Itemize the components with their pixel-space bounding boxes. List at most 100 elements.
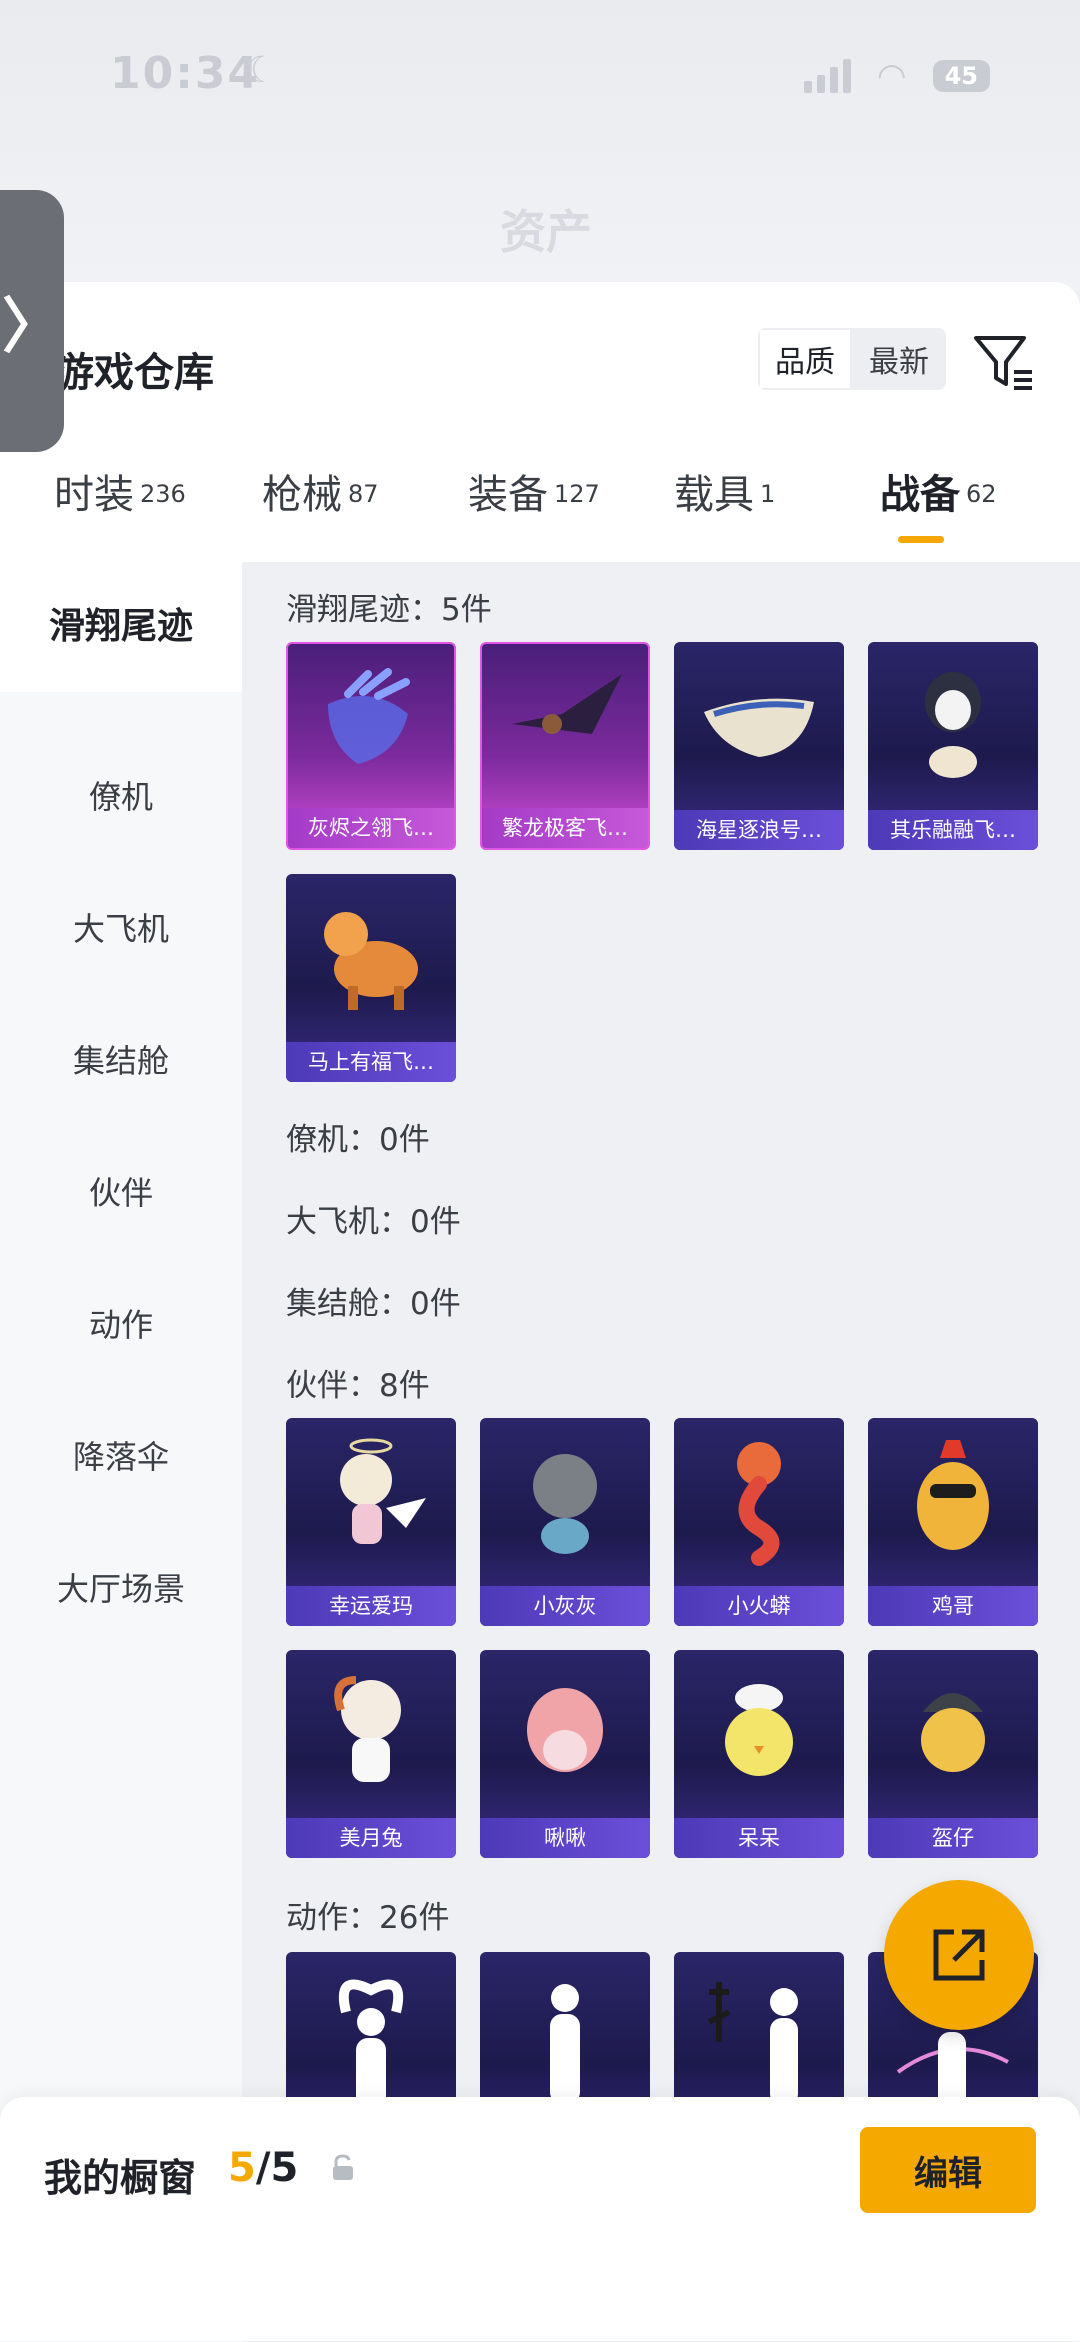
status-icons: ◠ 45	[803, 56, 990, 96]
battery-indicator: 45	[932, 60, 990, 92]
tab-equipment[interactable]: 装备 127	[468, 462, 600, 562]
emote-heart-pose-image	[338, 1979, 404, 2108]
header-title-faded: 资产	[500, 205, 592, 259]
showcase-label: 我的橱窗	[44, 2156, 197, 2200]
pink-bird-image	[527, 1688, 603, 1772]
item-name: 小火蟒	[674, 1586, 844, 1626]
emote-calligraphy-image	[707, 1982, 798, 2106]
section-heading-trail: 滑翔尾迹：5件	[286, 592, 492, 628]
rooster-image	[917, 1440, 989, 1550]
sidebar-item-emote[interactable]: 动作	[0, 1300, 242, 1346]
dragon-wing-image	[512, 674, 622, 734]
tab-vehicles[interactable]: 载具 1	[674, 462, 775, 562]
item-card[interactable]: 幸运爱玛	[286, 1418, 456, 1626]
sidebar-item-parachute[interactable]: 降落伞	[0, 1432, 242, 1478]
item-card[interactable]: 海星逐浪号…	[674, 642, 844, 850]
sidebar-item-plane[interactable]: 大飞机	[0, 904, 242, 950]
chick-image	[725, 1684, 793, 1776]
status-bar: 10:34 ☾ ◠ 45 资产	[0, 0, 1080, 290]
item-card[interactable]: 繁龙极客飞…	[480, 642, 650, 850]
item-card[interactable]: 鸡哥	[868, 1418, 1038, 1626]
penguin-image	[925, 672, 981, 778]
share-button[interactable]	[884, 1880, 1034, 2030]
item-name: 小灰灰	[480, 1586, 650, 1626]
item-card[interactable]: 呆呆	[674, 1650, 844, 1858]
tab-battle-prep[interactable]: 战备 62	[880, 462, 997, 562]
sidebar-item-lobby[interactable]: 大厅场景	[0, 1564, 242, 1610]
item-name: 美月兔	[286, 1818, 456, 1858]
lock-icon	[333, 2154, 353, 2180]
edit-button[interactable]: 编辑	[860, 2127, 1036, 2213]
content-area: 滑翔尾迹 僚机 大飞机 集结舱 伙伴 动作 降落伞 大厅场景 滑翔尾迹：5件 灰…	[0, 562, 1080, 2342]
helmet-chick-image	[921, 1693, 985, 1772]
tab-fashion[interactable]: 时装 236	[54, 462, 186, 562]
filter-icon[interactable]	[972, 332, 1036, 394]
active-tab-indicator	[898, 536, 944, 543]
sort-quality-button[interactable]: 品质	[758, 328, 852, 390]
item-name: 马上有福飞…	[286, 1042, 456, 1082]
emote-pose-image	[550, 1984, 580, 2104]
sidebar-item-wingman[interactable]: 僚机	[0, 772, 242, 818]
item-name: 啾啾	[480, 1818, 650, 1858]
item-name: 繁龙极客飞…	[482, 808, 648, 848]
chevron-right-icon: 〉	[2, 291, 62, 362]
category-tabs: 时装 236 枪械 87 装备 127 载具 1 战备 62	[0, 462, 1080, 562]
share-icon	[933, 1929, 985, 1981]
tab-weapons[interactable]: 枪械 87	[262, 462, 379, 562]
tab-label: 载具	[674, 472, 754, 518]
item-card[interactable]: 灰烬之翎飞…	[286, 642, 456, 850]
subcategory-sidebar: 滑翔尾迹 僚机 大飞机 集结舱 伙伴 动作 降落伞 大厅场景	[0, 562, 242, 2342]
sort-latest-button[interactable]: 最新	[852, 328, 946, 390]
section-heading-emote: 动作：26件	[286, 1900, 450, 1936]
boat-image	[704, 698, 814, 757]
drawer-toggle-button[interactable]: 〉	[0, 190, 64, 452]
item-grid: 滑翔尾迹：5件 灰烬之翎飞… 繁龙极客飞… 海星逐浪号… 其乐融融飞… 马上有福…	[242, 562, 1080, 2342]
signal-icon	[803, 59, 851, 93]
tab-label: 装备	[468, 472, 548, 518]
item-card[interactable]: 小火蟒	[674, 1418, 844, 1626]
gray-wolf-image	[533, 1454, 597, 1554]
horse-image	[324, 912, 418, 1010]
item-name: 灰烬之翎飞…	[288, 808, 454, 848]
sort-toggle: 品质 最新	[758, 328, 946, 390]
moon-icon: ☾	[245, 50, 278, 91]
item-name: 海星逐浪号…	[674, 810, 844, 850]
showcase-total: /5	[255, 2145, 299, 2191]
sidebar-item-pod[interactable]: 集结舱	[0, 1036, 242, 1082]
tab-count: 62	[966, 479, 997, 508]
sidebar-item-trail[interactable]: 滑翔尾迹	[0, 562, 242, 692]
item-card[interactable]: 美月兔	[286, 1650, 456, 1858]
tab-count: 87	[348, 479, 379, 508]
item-card[interactable]: 其乐融融飞…	[868, 642, 1038, 850]
section-heading-wingman: 僚机：0件	[286, 1122, 430, 1158]
angel-cat-image	[340, 1438, 426, 1544]
item-card[interactable]: 小灰灰	[480, 1418, 650, 1626]
item-name: 呆呆	[674, 1818, 844, 1858]
moon-rabbit-image	[334, 1676, 401, 1782]
tab-label: 枪械	[262, 472, 342, 518]
tab-label: 战备	[880, 472, 960, 518]
item-card[interactable]: 盔仔	[868, 1650, 1038, 1858]
status-time: 10:34	[110, 48, 261, 99]
tab-label: 时装	[54, 472, 134, 518]
wifi-icon: ◠	[876, 56, 907, 96]
item-name: 盔仔	[868, 1818, 1038, 1858]
item-card[interactable]: 啾啾	[480, 1650, 650, 1858]
section-heading-plane: 大飞机：0件	[286, 1204, 461, 1240]
section-heading-partner: 伙伴：8件	[286, 1368, 430, 1404]
inventory-panel: 游戏仓库 品质 最新 时装 236 枪械 87 装备 127 载具 1 战备 62 滑翔尾…	[0, 282, 1080, 2342]
tab-count: 127	[554, 479, 600, 508]
sidebar-item-partner[interactable]: 伙伴	[0, 1168, 242, 1214]
fire-snake-image	[737, 1442, 781, 1566]
glove-wing-image	[328, 668, 410, 764]
showcase-count: 5/5	[228, 2145, 298, 2191]
item-name: 其乐融融飞…	[868, 810, 1038, 850]
tab-count: 1	[760, 479, 776, 508]
item-name: 鸡哥	[868, 1586, 1038, 1626]
item-card[interactable]: 马上有福飞…	[286, 874, 456, 1082]
showcase-current: 5	[228, 2145, 256, 2191]
tab-count: 236	[140, 479, 186, 508]
item-name: 幸运爱玛	[286, 1586, 456, 1626]
page-title: 游戏仓库	[54, 350, 214, 396]
showcase-bar: 我的橱窗 5/5 编辑	[0, 2097, 1080, 2341]
